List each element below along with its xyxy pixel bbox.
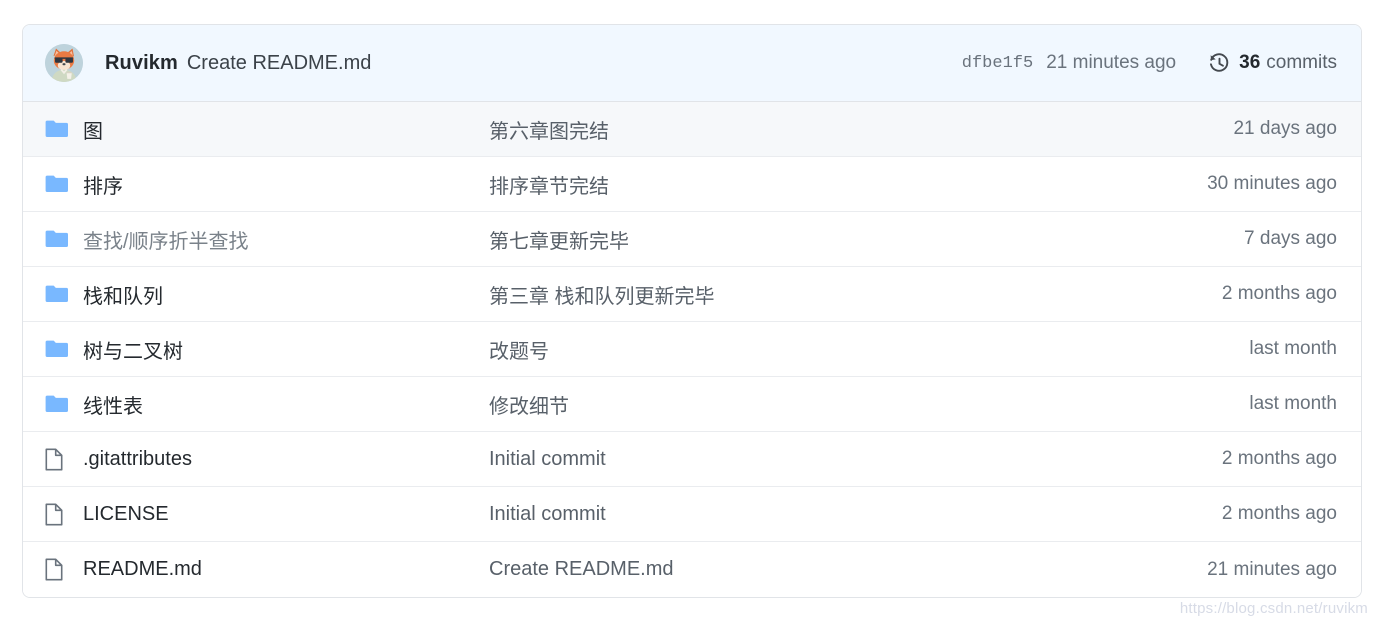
folder-icon	[45, 174, 83, 194]
file-commit-time: 2 months ago	[1221, 283, 1337, 304]
file-commit-message[interactable]: Create README.md	[489, 558, 1207, 581]
file-name-link[interactable]: 图	[83, 115, 489, 144]
file-name-link[interactable]: 栈和队列	[83, 280, 489, 309]
file-name-link[interactable]: .gitattributes	[83, 448, 489, 471]
commit-author[interactable]: Ruvikm	[105, 52, 178, 75]
file-row[interactable]: .gitattributes Initial commit 2 months ago	[23, 432, 1361, 487]
file-name-link[interactable]: 查找/顺序折半查找	[83, 225, 489, 254]
file-row[interactable]: 线性表 修改细节 last month	[23, 377, 1361, 432]
user-avatar[interactable]	[45, 44, 83, 82]
file-commit-message[interactable]: 第六章图完结	[489, 115, 1233, 144]
file-icon	[45, 558, 83, 581]
file-row[interactable]: 树与二叉树 改题号 last month	[23, 322, 1361, 377]
file-icon	[45, 503, 83, 526]
watermark: https://blog.csdn.net/ruvikm	[1179, 600, 1368, 617]
latest-commit-message[interactable]: Create README.md	[187, 52, 372, 75]
file-commit-time: 30 minutes ago	[1207, 173, 1337, 194]
file-commit-message[interactable]: Initial commit	[489, 503, 1222, 526]
file-commit-message[interactable]: Initial commit	[489, 448, 1222, 471]
folder-icon	[45, 394, 83, 414]
latest-commit-header: Ruvikm Create README.md dfbe1f5 21 minut…	[23, 25, 1361, 102]
folder-icon	[45, 119, 83, 139]
commits-count: 36	[1239, 52, 1261, 73]
file-icon	[45, 448, 83, 471]
file-commit-time: 7 days ago	[1244, 228, 1337, 249]
commits-link[interactable]: 36 commits	[1209, 52, 1337, 74]
file-commit-time: 2 months ago	[1221, 503, 1337, 524]
file-row[interactable]: README.md Create README.md 21 minutes ago	[23, 542, 1361, 597]
file-name-link[interactable]: 线性表	[83, 390, 489, 419]
file-name-link[interactable]: LICENSE	[83, 503, 489, 526]
folder-icon	[45, 339, 83, 359]
repo-file-browser-page: Ruvikm Create README.md dfbe1f5 21 minut…	[0, 0, 1384, 619]
commits-label: commits	[1266, 52, 1337, 73]
file-row[interactable]: 栈和队列 第三章 栈和队列更新完毕 2 months ago	[23, 267, 1361, 322]
file-name-link[interactable]: 树与二叉树	[83, 335, 489, 364]
file-name-link[interactable]: README.md	[83, 558, 489, 581]
file-commit-time: last month	[1249, 393, 1337, 414]
repo-files-card: Ruvikm Create README.md dfbe1f5 21 minut…	[22, 24, 1362, 598]
file-row[interactable]: 查找/顺序折半查找 第七章更新完毕 7 days ago	[23, 212, 1361, 267]
file-commit-time: 21 days ago	[1233, 118, 1337, 139]
file-name-link[interactable]: 排序	[83, 170, 489, 199]
file-row[interactable]: 图第六章图完结 21 days ago	[23, 102, 1361, 157]
file-commit-time: 21 minutes ago	[1207, 558, 1337, 580]
file-commit-message[interactable]: 排序章节完结	[489, 170, 1207, 199]
file-commit-time: 2 months ago	[1221, 448, 1337, 469]
file-list: 图第六章图完结 21 days ago 排序 排序章节完结 30 minutes ago…	[23, 102, 1361, 597]
file-commit-message[interactable]: 改题号	[489, 335, 1249, 364]
file-commit-time: last month	[1249, 338, 1337, 359]
folder-icon	[45, 229, 83, 249]
file-row[interactable]: 排序 排序章节完结 30 minutes ago	[23, 157, 1361, 212]
file-commit-message[interactable]: 修改细节	[489, 390, 1249, 419]
folder-icon	[45, 284, 83, 304]
commit-sha[interactable]: dfbe1f5	[962, 54, 1033, 73]
file-commit-message[interactable]: 第七章更新完毕	[489, 225, 1244, 254]
history-icon	[1209, 52, 1230, 74]
file-row[interactable]: LICENSE Initial commit 2 months ago	[23, 487, 1361, 542]
file-commit-message[interactable]: 第三章 栈和队列更新完毕	[489, 280, 1222, 309]
commit-time: 21 minutes ago	[1046, 52, 1177, 73]
